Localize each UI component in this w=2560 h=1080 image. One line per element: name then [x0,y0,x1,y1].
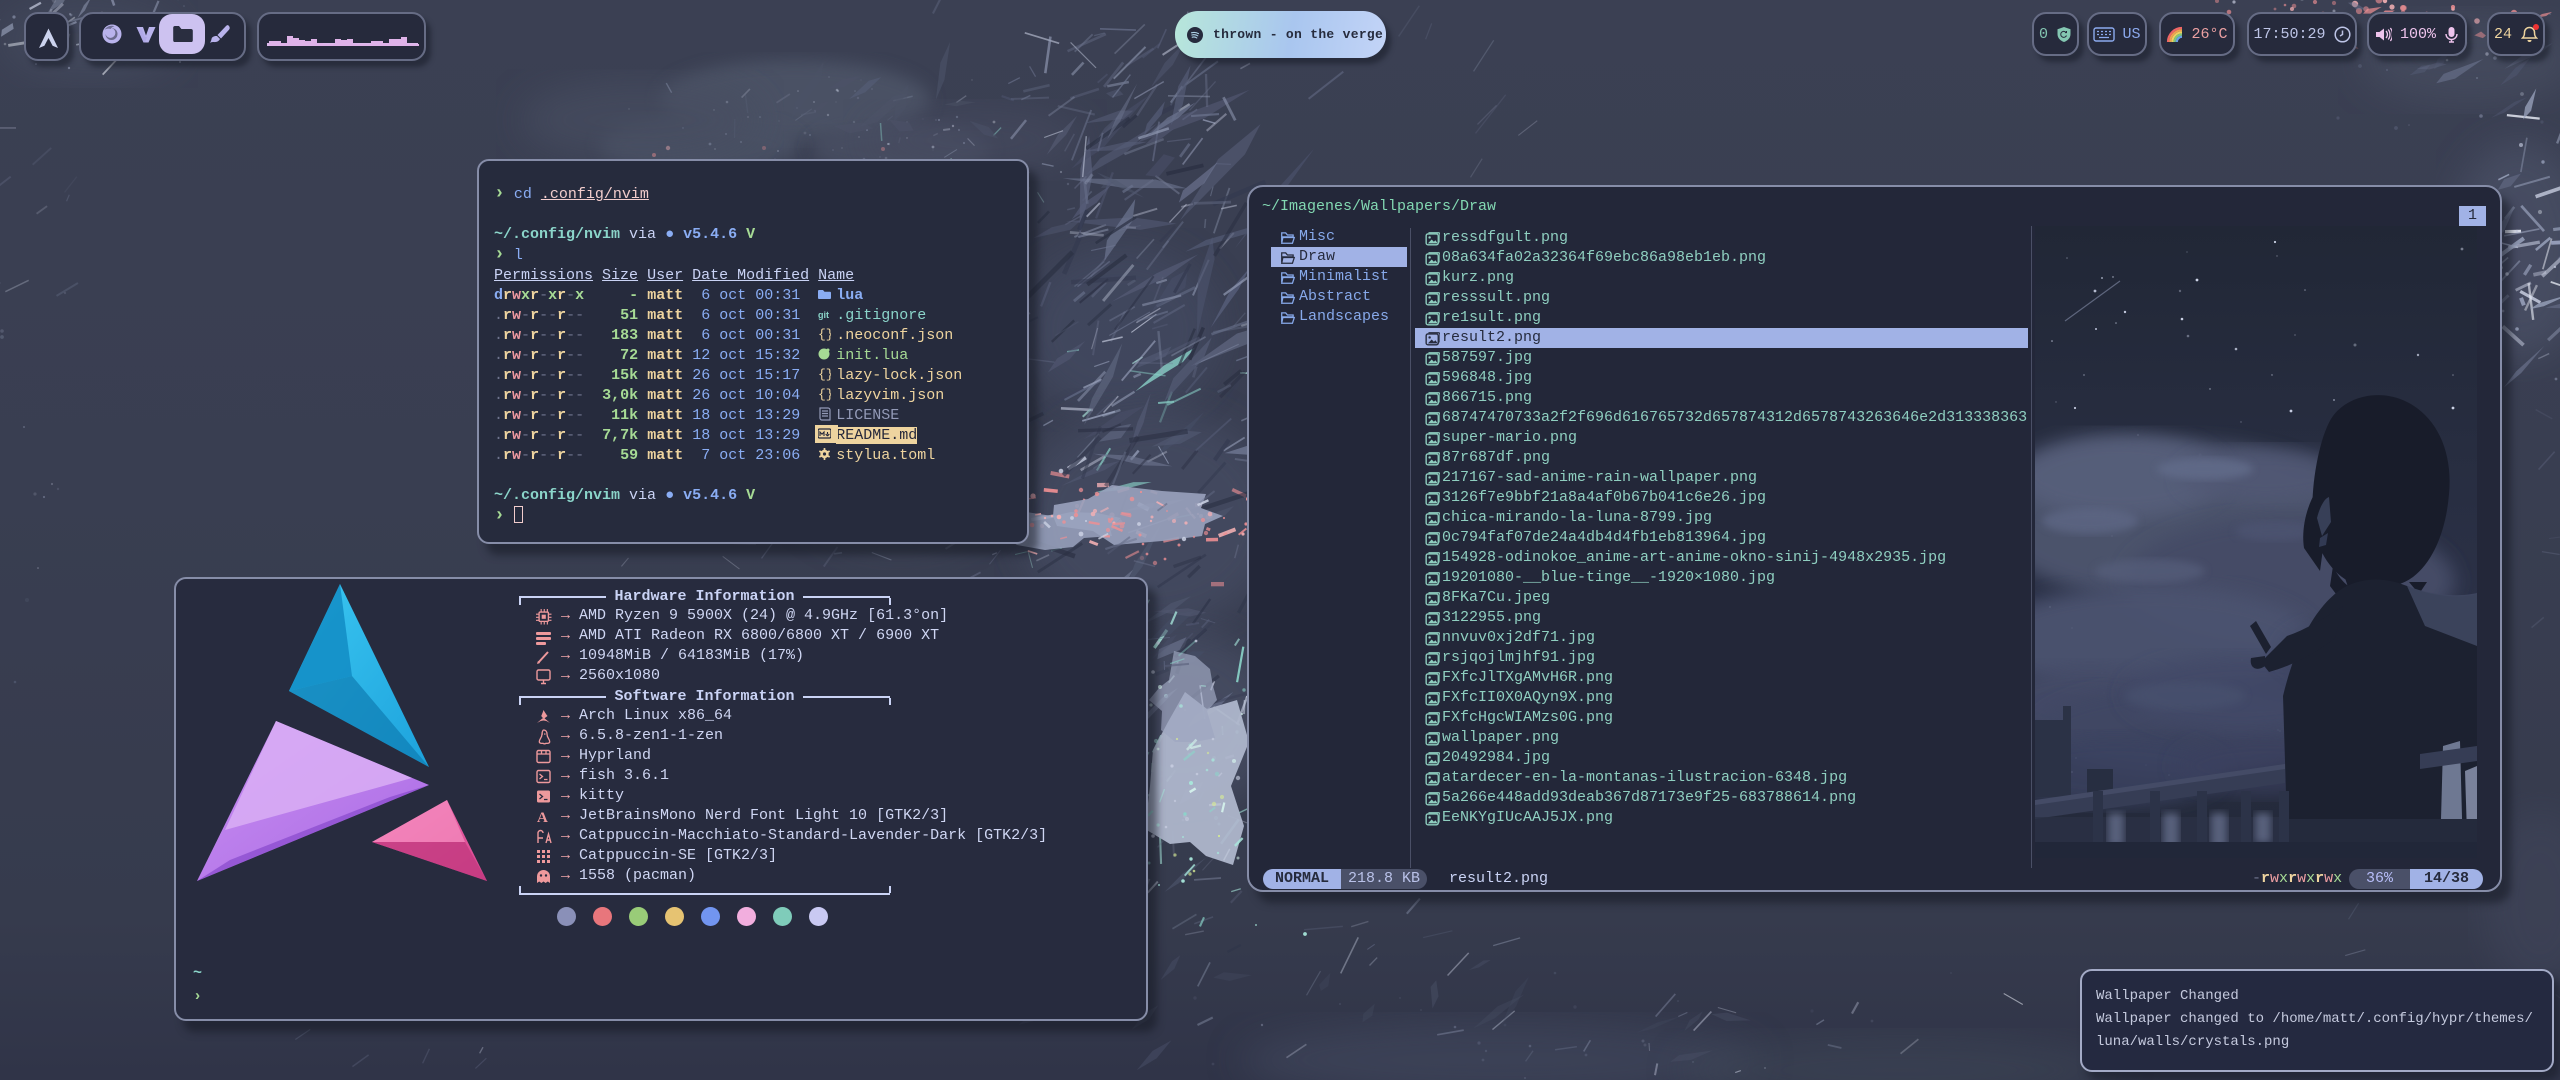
svg-text:{}: {} [818,327,831,342]
svg-text:A: A [537,810,548,825]
svg-text:{}: {} [818,367,831,382]
svg-text:{}: {} [818,387,831,402]
svg-text:git: git [818,310,829,320]
